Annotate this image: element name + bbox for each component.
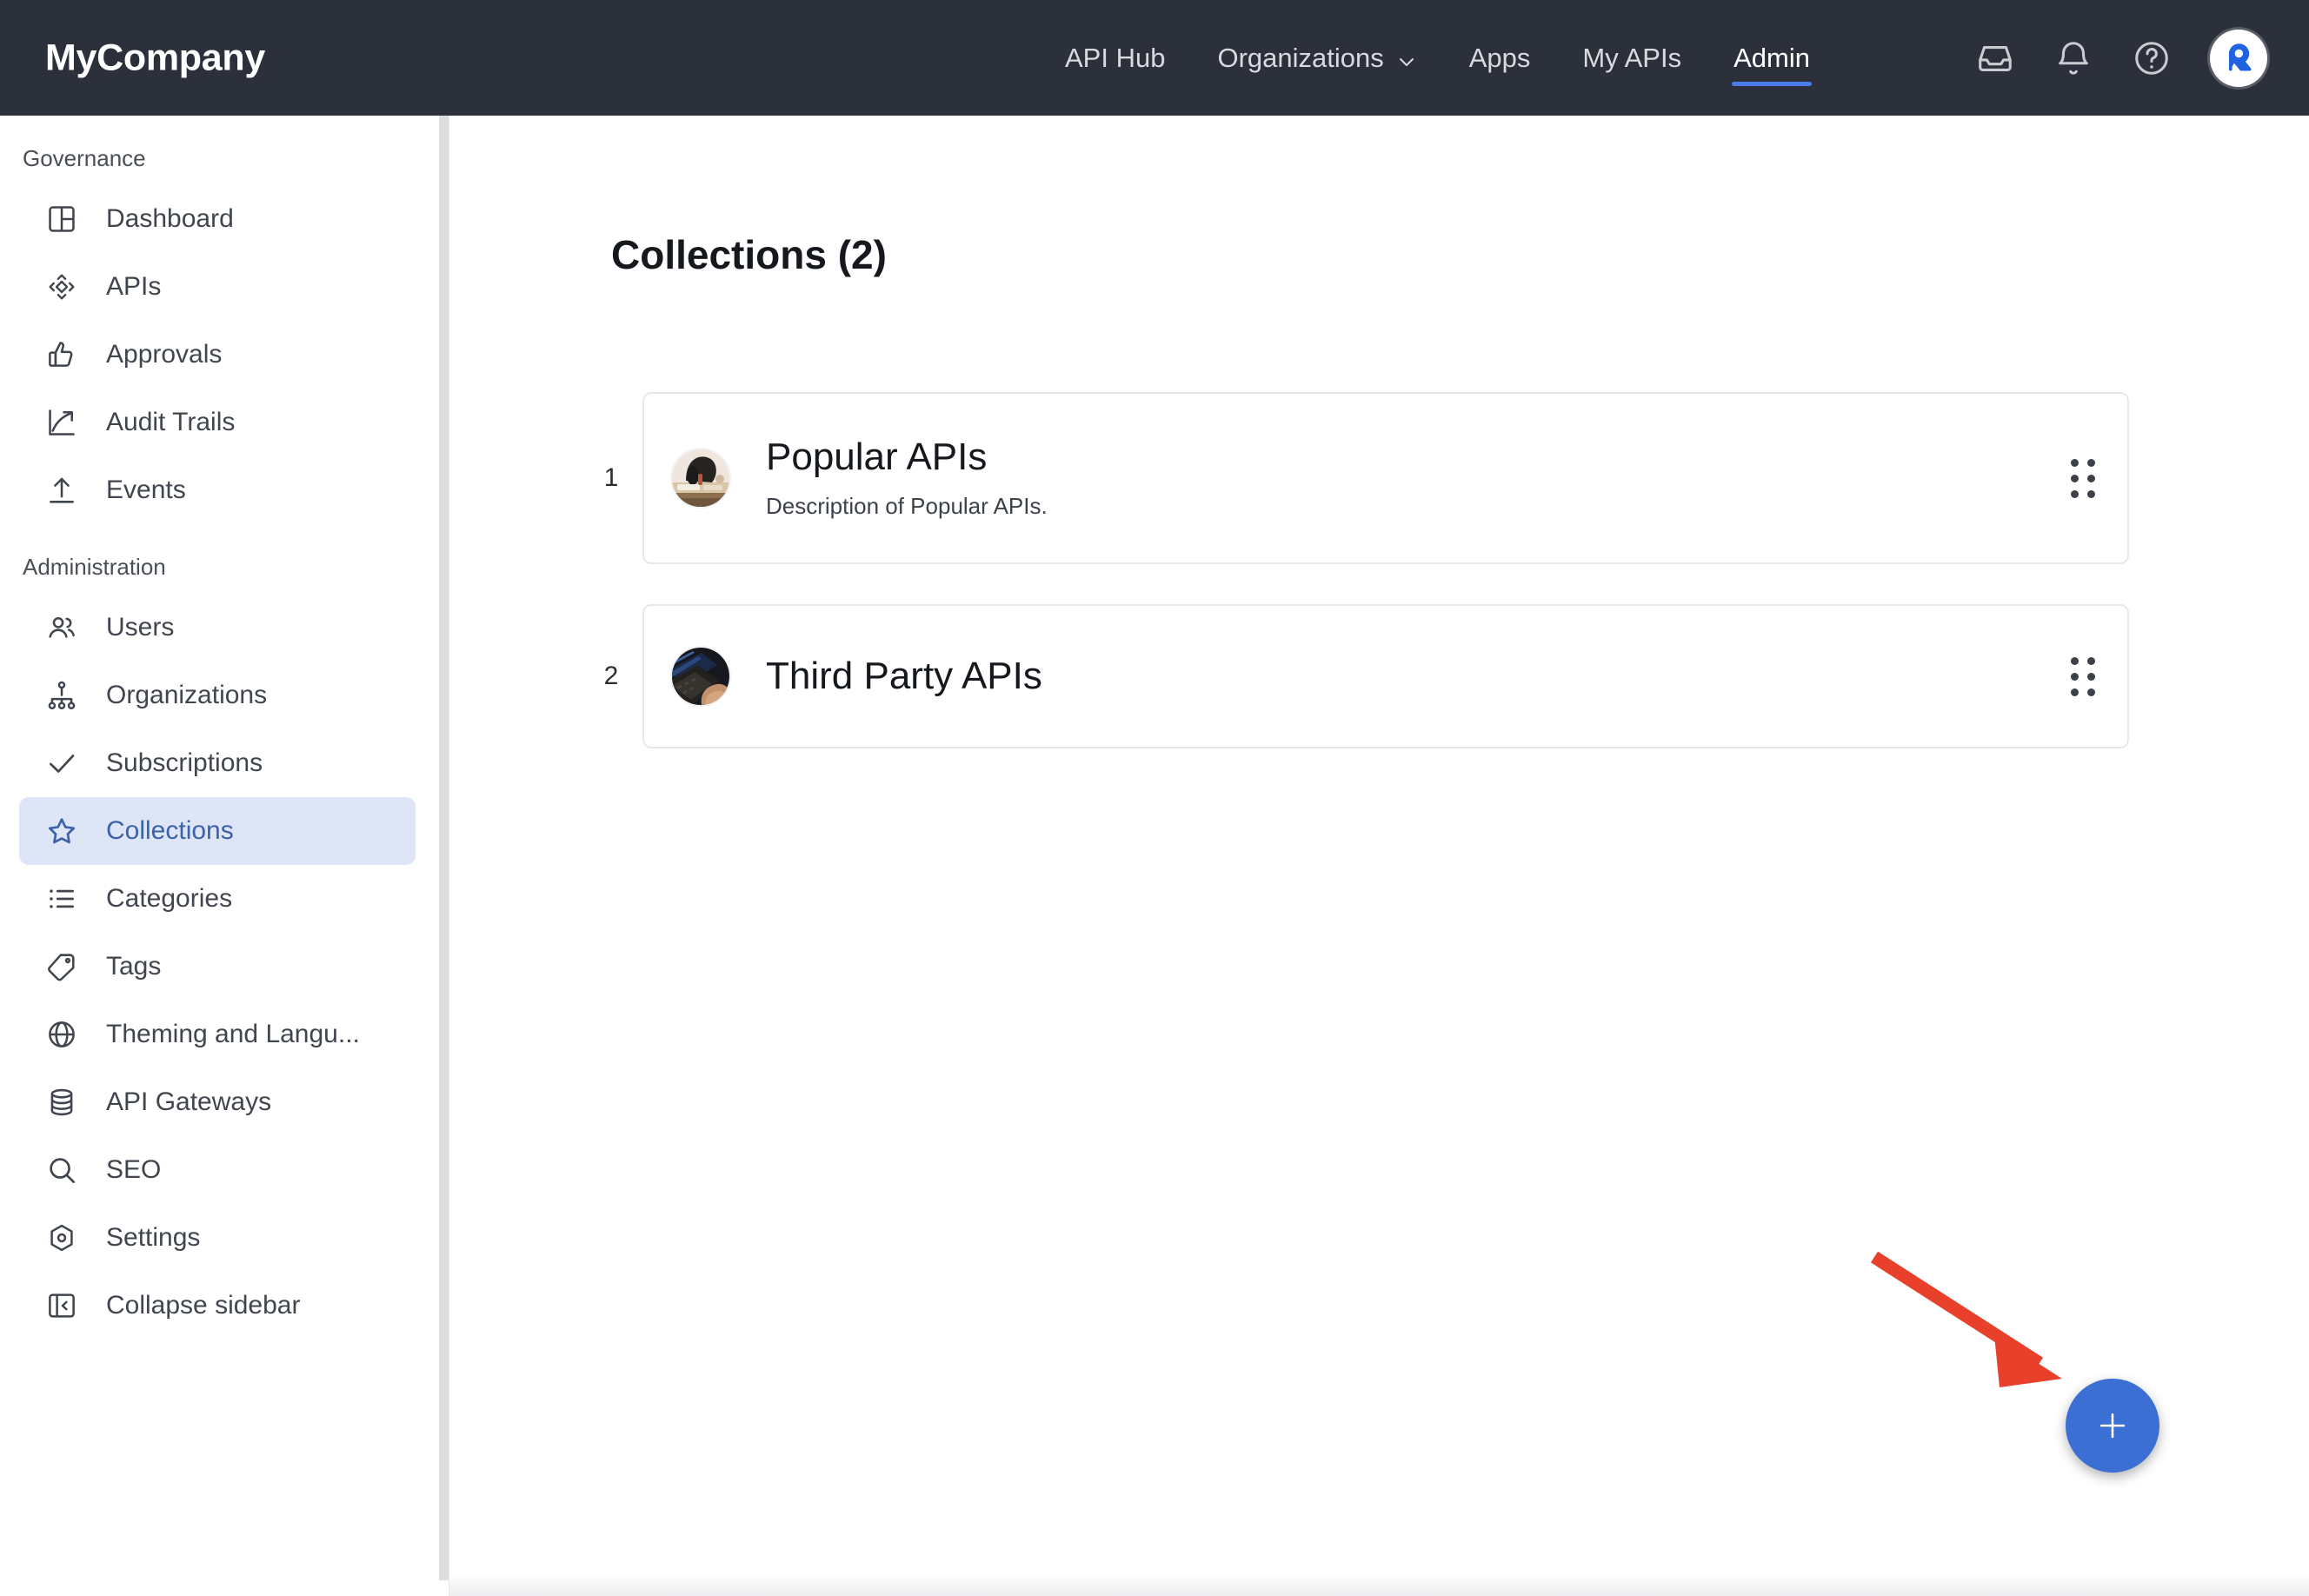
collection-row: 2 Third Party APIs [580,604,2129,748]
page-title: Collections (2) [611,232,887,277]
collection-card-third-party-apis[interactable]: Third Party APIs [642,604,2129,748]
add-collection-button[interactable] [2066,1379,2159,1473]
nav-item-organizations[interactable]: Organizations [1191,0,1442,116]
collection-name: Popular APIs [766,436,988,479]
sidebar-item-label: Categories [106,884,233,913]
sidebar-item-label: API Gateways [106,1087,272,1116]
sidebar-section-administration: Administration [23,553,166,580]
user-avatar[interactable] [2210,29,2267,87]
collapse-sidebar-icon [43,1287,80,1324]
drag-handle-icon[interactable] [2068,458,2098,498]
sidebar-item-dashboard[interactable]: Dashboard [19,185,416,253]
nav-item-api-hub[interactable]: API Hub [1039,0,1191,116]
sidebar-item-theming-and-languages[interactable]: Theming and Langu... [19,1001,416,1068]
list-icon [43,881,80,917]
sidebar-item-tags[interactable]: Tags [19,933,416,1001]
collection-description: Description of Popular APIs. [766,492,1048,519]
sidebar-section-governance: Governance [23,144,146,171]
users-icon [43,609,80,646]
database-icon [43,1084,80,1121]
avatar-logo-icon [2228,43,2252,70]
sidebar-item-label: SEO [106,1155,162,1184]
sidebar-item-users[interactable]: Users [19,594,416,662]
nav-label: Organizations [1217,42,1384,73]
collection-index: 1 [603,463,619,492]
collection-name: Third Party APIs [766,654,1042,697]
sidebar-item-label: Approvals [106,340,223,369]
sidebar-item-organizations[interactable]: Organizations [19,662,416,729]
sidebar-item-label: Collections [106,816,234,845]
upload-icon [43,472,80,509]
sidebar-item-subscriptions[interactable]: Subscriptions [19,729,416,797]
sidebar-item-label: Users [106,613,175,642]
chevron-down-icon [1396,48,1417,69]
nav-label: My APIs [1582,42,1682,73]
sidebar-item-label: Dashboard [106,204,234,233]
sidebar-item-seo[interactable]: SEO [19,1136,416,1204]
sidebar-item-label: Audit Trails [106,408,236,436]
sidebar-item-events[interactable]: Events [19,456,416,524]
sidebar-item-apis[interactable]: APIs [19,253,416,321]
collection-info: Third Party APIs [766,655,2068,697]
api-diamond-icon [43,269,80,305]
sidebar-scrollbar[interactable] [439,116,449,1596]
collection-card-popular-apis[interactable]: Popular APIs Description of Popular APIs… [642,392,2129,564]
main-nav: API Hub Organizations Apps My APIs Admin [1039,0,1836,116]
collection-index: 2 [603,662,619,690]
sidebar-item-label: Collapse sidebar [106,1291,301,1320]
inbox-icon[interactable] [1975,38,2015,78]
tag-icon [43,948,80,985]
collection-row: 1 Popular APIs Description of Popular AP… [580,392,2129,564]
sidebar: Governance Dashboard APIs Approvals Audi… [0,116,449,1596]
dashboard-layout-icon [43,201,80,237]
brand-logo[interactable]: MyCompany [45,37,265,79]
nav-label: API Hub [1065,42,1166,73]
collection-thumbnail [672,648,729,705]
sidebar-item-audit-trails[interactable]: Audit Trails [19,389,416,456]
drag-handle-icon[interactable] [2068,656,2098,696]
nav-item-my-apis[interactable]: My APIs [1556,0,1707,116]
sidebar-item-label: Subscriptions [106,748,263,777]
main-content: Collections (2) 1 Popular APIs Descripti… [449,116,2309,1596]
sidebar-item-collapse-sidebar[interactable]: Collapse sidebar [19,1272,416,1340]
content-footer-band [449,1575,2309,1596]
trending-up-icon [43,404,80,441]
sidebar-item-categories[interactable]: Categories [19,865,416,933]
help-circle-icon[interactable] [2132,38,2172,78]
collection-thumbnail [672,449,729,507]
sidebar-item-label: Events [106,475,186,504]
check-icon [43,745,80,781]
sidebar-item-settings[interactable]: Settings [19,1204,416,1272]
search-icon [43,1152,80,1188]
nav-label: Admin [1733,42,1810,73]
sidebar-item-api-gateways[interactable]: API Gateways [19,1068,416,1136]
nav-item-apps[interactable]: Apps [1443,0,1557,116]
globe-icon [43,1016,80,1053]
sidebar-item-approvals[interactable]: Approvals [19,321,416,389]
org-tree-icon [43,677,80,714]
header-icon-group [1975,0,2267,116]
sidebar-item-label: APIs [106,272,162,301]
top-header: MyCompany API Hub Organizations Apps My … [0,0,2309,116]
sidebar-item-label: Theming and Langu... [106,1020,360,1048]
nav-label: Apps [1468,42,1531,73]
sidebar-bottom-edge [0,1580,449,1596]
plus-icon [2099,1413,2126,1439]
star-icon [43,813,80,849]
collections-list: 1 Popular APIs Description of Popular AP… [580,392,2129,748]
collection-info: Popular APIs Description of Popular APIs… [766,436,2068,519]
sidebar-item-label: Tags [106,952,162,981]
settings-hex-icon [43,1220,80,1256]
thumbs-up-icon [43,336,80,373]
sidebar-item-label: Settings [106,1223,201,1252]
bell-icon[interactable] [2053,38,2093,78]
sidebar-item-label: Organizations [106,681,268,709]
sidebar-item-collections[interactable]: Collections [19,797,416,865]
nav-item-admin[interactable]: Admin [1707,0,1836,116]
